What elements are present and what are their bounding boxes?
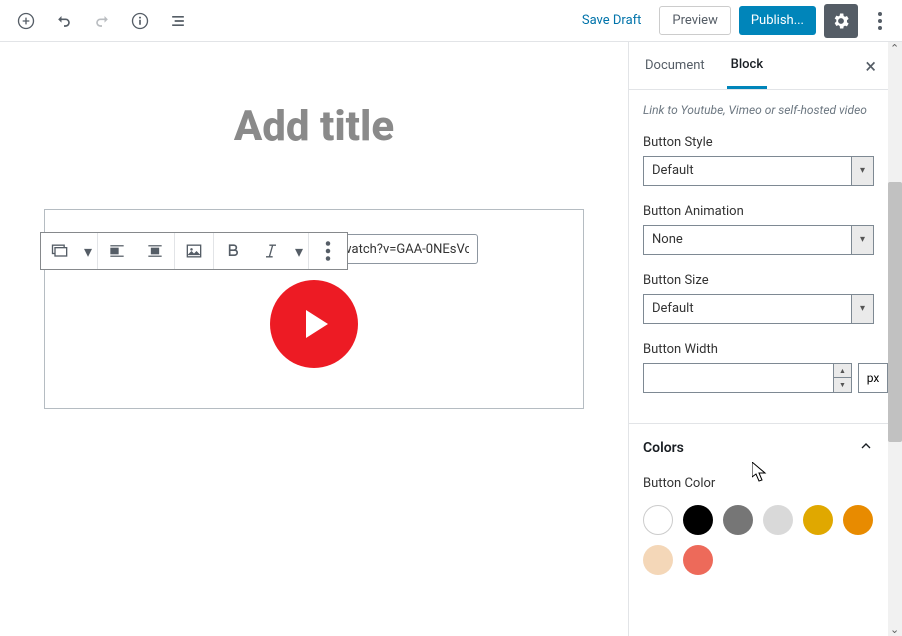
- settings-sidebar: Document Block × Link to Youtube, Vimeo …: [628, 42, 902, 636]
- save-draft-button[interactable]: Save Draft: [572, 7, 652, 34]
- undo-button[interactable]: [46, 3, 82, 39]
- toolbar-left: [8, 3, 196, 39]
- play-button[interactable]: [270, 280, 358, 368]
- post-title-input[interactable]: Add title: [234, 102, 394, 151]
- top-toolbar: Save Draft Preview Publish...: [0, 0, 902, 42]
- scroll-down-icon[interactable]: ⌄: [890, 623, 899, 636]
- chevron-up-icon: [858, 438, 874, 458]
- tab-document[interactable]: Document: [641, 44, 709, 87]
- scroll-up-icon[interactable]: ⌃: [890, 42, 899, 55]
- swatch-orange[interactable]: [843, 505, 873, 535]
- align-left-button[interactable]: [98, 233, 136, 269]
- button-animation-select[interactable]: None: [643, 225, 852, 255]
- colors-section-toggle[interactable]: Colors: [629, 423, 888, 472]
- button-size-label: Button Size: [643, 273, 874, 288]
- swatch-gray[interactable]: [723, 505, 753, 535]
- button-color-label: Button Color: [643, 476, 874, 491]
- swatch-gold[interactable]: [803, 505, 833, 535]
- block-type-icon[interactable]: [41, 233, 79, 269]
- button-style-select[interactable]: Default: [643, 156, 852, 186]
- button-size-dropdown[interactable]: ▾: [852, 294, 874, 324]
- scrollbar-thumb[interactable]: [888, 182, 902, 442]
- more-menu-button[interactable]: [866, 4, 894, 38]
- publish-button[interactable]: Publish...: [739, 6, 816, 35]
- width-step-down[interactable]: ▼: [834, 378, 851, 392]
- button-animation-dropdown[interactable]: ▾: [852, 225, 874, 255]
- color-swatches: [643, 497, 874, 575]
- redo-button[interactable]: [84, 3, 120, 39]
- swatch-black[interactable]: [683, 505, 713, 535]
- width-step-up[interactable]: ▲: [834, 364, 851, 379]
- settings-button[interactable]: [824, 4, 858, 38]
- block-toolbar: ▾ ▾: [40, 232, 348, 270]
- editor-canvas: Add title ▾ ▾: [0, 42, 628, 636]
- swatch-white[interactable]: [643, 505, 673, 535]
- align-center-button[interactable]: [136, 233, 174, 269]
- button-style-label: Button Style: [643, 135, 874, 150]
- sidebar-tabs: Document Block ×: [629, 42, 888, 90]
- width-unit: px: [858, 363, 888, 393]
- bold-button[interactable]: [214, 233, 252, 269]
- swatch-tan[interactable]: [643, 545, 673, 575]
- button-animation-label: Button Animation: [643, 204, 874, 219]
- toolbar-right: Save Draft Preview Publish...: [572, 4, 894, 38]
- tab-block[interactable]: Block: [727, 43, 767, 89]
- block-more-button[interactable]: [309, 233, 347, 269]
- image-button[interactable]: [175, 233, 213, 269]
- close-sidebar-button[interactable]: ×: [865, 54, 876, 78]
- info-button[interactable]: [122, 3, 158, 39]
- button-size-select[interactable]: Default: [643, 294, 852, 324]
- add-block-button[interactable]: [8, 3, 44, 39]
- outline-button[interactable]: [160, 3, 196, 39]
- button-style-dropdown[interactable]: ▾: [852, 156, 874, 186]
- italic-button[interactable]: [252, 233, 290, 269]
- button-width-label: Button Width: [643, 342, 874, 357]
- block-type-dropdown[interactable]: ▾: [79, 242, 97, 261]
- swatch-coral[interactable]: [683, 545, 713, 575]
- text-format-dropdown[interactable]: ▾: [290, 242, 308, 261]
- preview-button[interactable]: Preview: [659, 6, 730, 35]
- colors-section-label: Colors: [643, 440, 684, 456]
- button-width-input[interactable]: [644, 364, 833, 392]
- video-hint-text: Link to Youtube, Vimeo or self-hosted vi…: [643, 102, 874, 119]
- swatch-lightgray[interactable]: [763, 505, 793, 535]
- sidebar-scrollbar[interactable]: ⌃ ⌄: [888, 42, 902, 636]
